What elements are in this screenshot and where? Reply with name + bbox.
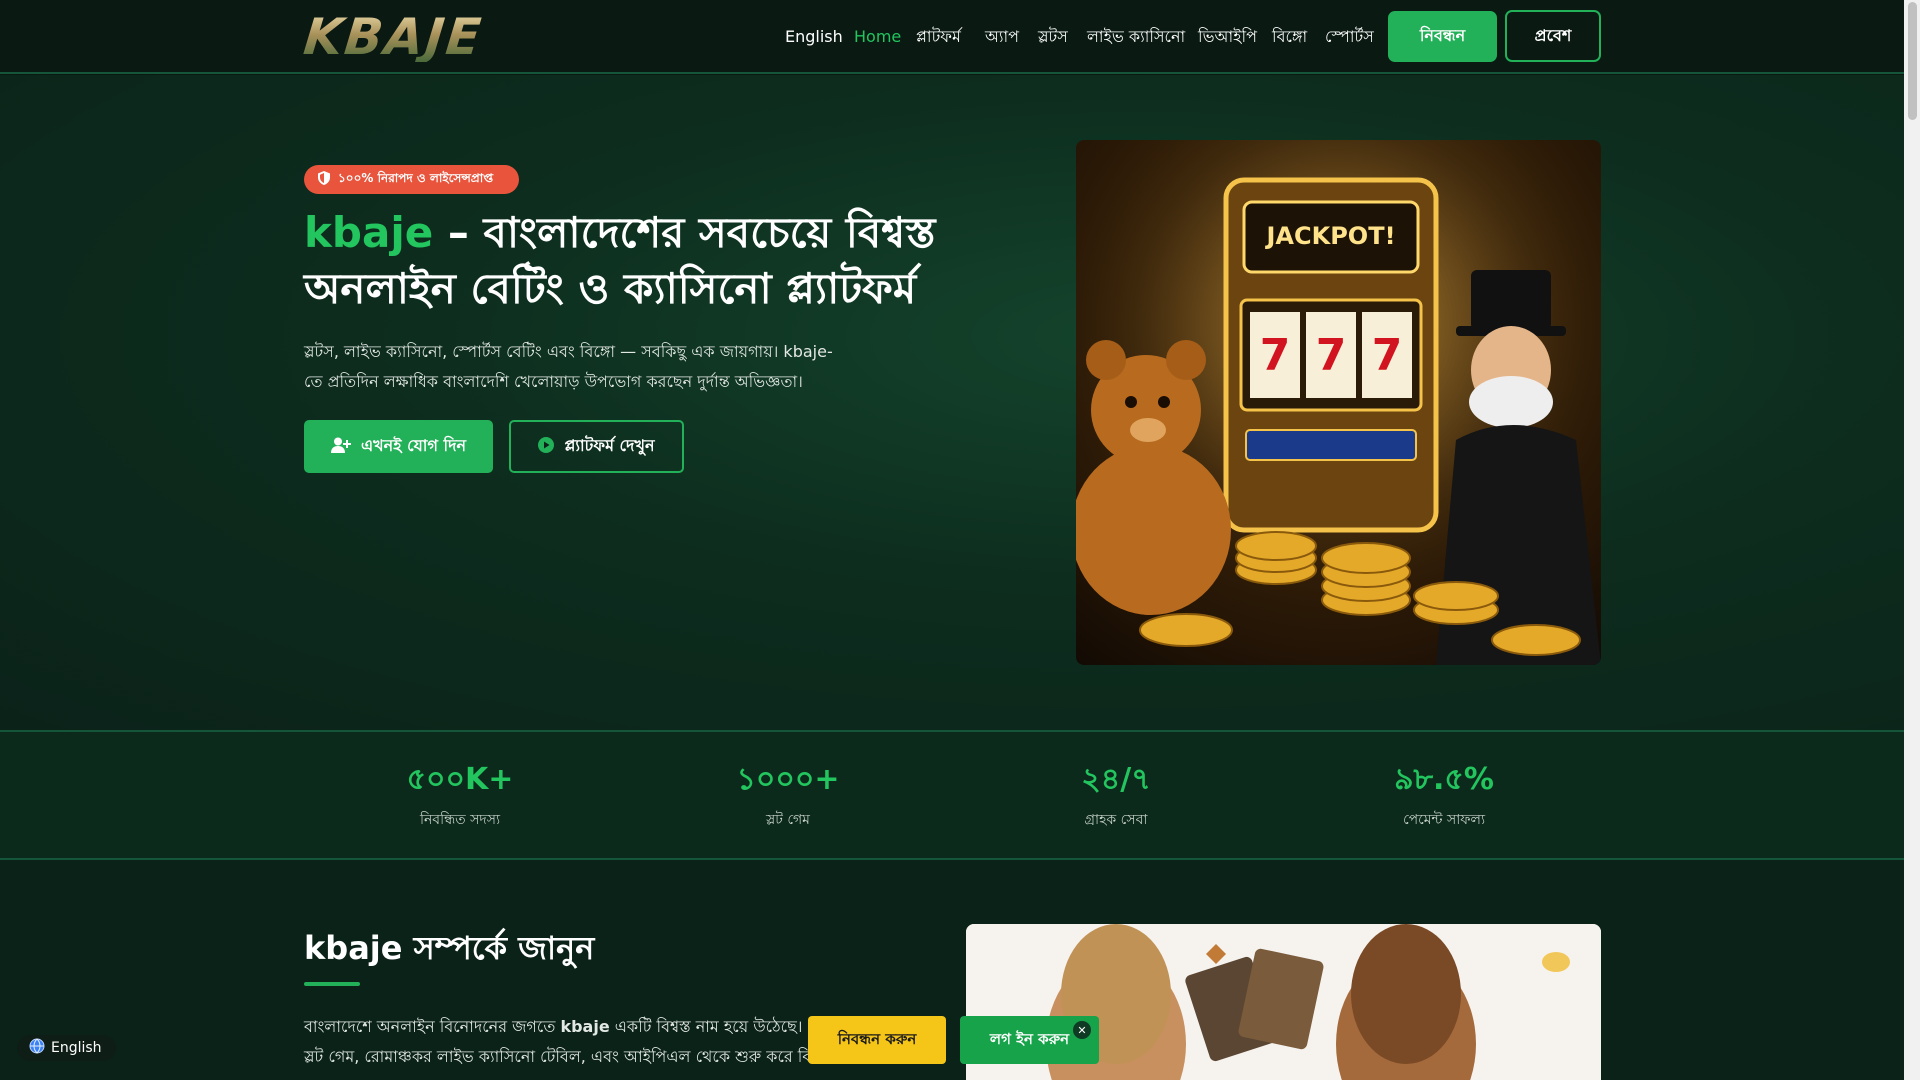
svg-text:7: 7 xyxy=(1372,330,1403,381)
jackpot-illustration: JACKPOT! 7 7 7 xyxy=(1076,140,1601,665)
stat-value: ২৪/৭ xyxy=(1081,762,1151,797)
stat-value: ৯৮.৫% xyxy=(1394,762,1494,797)
nav-item-app[interactable]: অ্যাপ xyxy=(985,24,1019,50)
stat-customer-service: ২৪/৭ গ্রাহক সেবা xyxy=(986,732,1246,830)
stat-value: ১০০০+ xyxy=(736,762,840,797)
nav-item-home[interactable]: Home xyxy=(854,24,901,50)
close-icon[interactable]: ✕ xyxy=(1073,1021,1091,1039)
join-now-label: এখনই যোগ দিন xyxy=(360,436,467,455)
scrollbar-thumb[interactable] xyxy=(1908,2,1917,120)
header-register-button[interactable]: নিবন্ধন xyxy=(1388,11,1497,62)
about-text-line2: স্লট গেম, রোমাঞ্চকর লাইভ ক্যাসিনো টেবিল,… xyxy=(304,1047,864,1066)
badge-label: ১০০% নিরাপদ ও লাইসেন্সপ্রাপ্ত xyxy=(338,170,494,185)
hero-section xyxy=(0,75,1904,730)
nav-item-slots[interactable]: স্লটস xyxy=(1038,24,1068,50)
nav-item-live-casino[interactable]: লাইভ ক্যাসিনো xyxy=(1087,24,1185,50)
nav-item-vip[interactable]: ভিআইপি xyxy=(1198,24,1257,50)
stat-label: স্লট গেম xyxy=(766,812,810,828)
stat-label: গ্রাহক সেবা xyxy=(1084,812,1148,828)
about-section xyxy=(0,860,1904,1080)
stat-registered-members: ৫০০K+ নিবন্ধিত সদস্য xyxy=(330,732,590,830)
about-title: kbaje সম্পর্কে জানুন xyxy=(304,929,595,967)
nav-item-platform[interactable]: প্লাটফর্ম xyxy=(916,24,961,50)
title-underline xyxy=(304,982,360,986)
hero-description: স্লটস, লাইভ ক্যাসিনো, স্পোর্টস বেটিং এবং… xyxy=(304,342,833,391)
page-scrollbar[interactable] xyxy=(1904,0,1920,1080)
about-text-line1-pre: বাংলাদেশে অনলাইন বিনোদনের জগতে xyxy=(304,1017,561,1036)
nav-item-bingo[interactable]: বিঙ্গো xyxy=(1272,24,1307,50)
view-platform-label: প্ল্যাটফর্ম দেখুন xyxy=(564,436,655,455)
globe-icon xyxy=(29,1038,45,1058)
join-now-button[interactable]: এখনই যোগ দিন xyxy=(304,420,493,473)
nav-item-english[interactable]: English xyxy=(785,24,843,50)
view-platform-button[interactable]: প্ল্যাটফর্ম দেখুন xyxy=(509,420,684,473)
floating-register-button[interactable]: নিবন্ধন করুন xyxy=(808,1016,946,1064)
stat-slot-games: ১০০০+ স্লট গেম xyxy=(658,732,918,830)
stat-label: পেমেন্ট সাফল্য xyxy=(1402,812,1486,828)
header-login-button[interactable]: প্রবেশ xyxy=(1505,10,1601,62)
user-plus-icon xyxy=(330,437,351,457)
nav-item-sports[interactable]: স্পোর্টস xyxy=(1325,24,1374,50)
jackpot-sign-text: JACKPOT! xyxy=(1264,222,1395,250)
stat-value: ৫০০K+ xyxy=(406,762,514,797)
svg-text:7: 7 xyxy=(1260,330,1291,381)
about-text-brand: kbaje xyxy=(560,1017,610,1036)
shield-icon xyxy=(318,171,330,188)
stat-label: নিবন্ধিত সদস্য xyxy=(419,812,501,828)
language-label: English xyxy=(51,1040,102,1056)
play-circle-icon xyxy=(538,436,555,457)
hero-jackpot-image: JACKPOT! 7 7 7 xyxy=(1076,140,1601,665)
hero-title-brand: kbaje xyxy=(304,208,434,257)
stat-payment-success: ৯৮.৫% পেমেন্ট সাফল্য xyxy=(1314,732,1574,830)
hero-title: kbaje – বাংলাদেশের সবচেয়ে বিশ্বস্ত অনলা… xyxy=(304,205,1044,317)
language-selector[interactable]: English xyxy=(17,1035,116,1061)
site-header: KBAJE English Home প্লাটফর্ম অ্যাপ স্লটস… xyxy=(0,0,1904,74)
site-logo[interactable]: KBAJE xyxy=(301,8,552,66)
safety-badge: ১০০% নিরাপদ ও লাইসেন্সপ্রাপ্ত xyxy=(304,165,519,194)
svg-text:7: 7 xyxy=(1316,330,1347,381)
stats-bar: ৫০০K+ নিবন্ধিত সদস্য ১০০০+ স্লট গেম ২৪/৭… xyxy=(0,730,1904,860)
